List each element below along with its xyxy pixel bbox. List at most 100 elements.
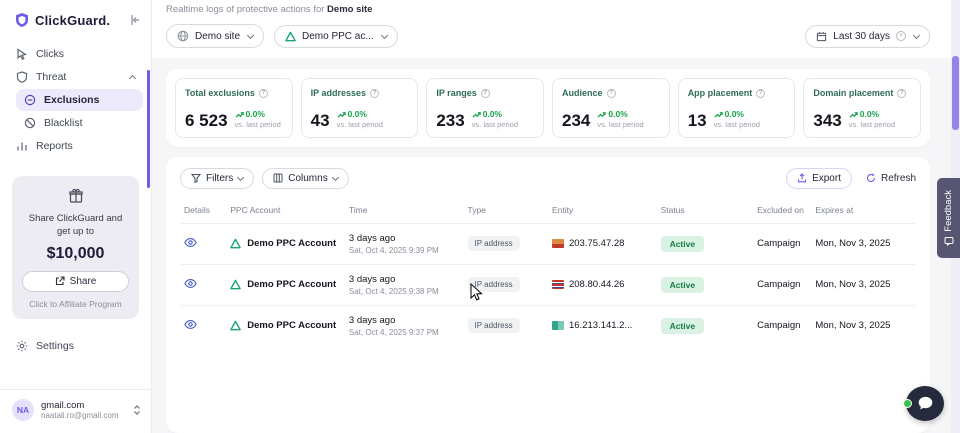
status-badge: Active bbox=[661, 277, 705, 293]
sidebar-item-clicks[interactable]: Clicks bbox=[8, 43, 143, 65]
trend-up-icon bbox=[472, 110, 481, 119]
info-icon[interactable] bbox=[481, 89, 490, 98]
chevron-up-icon bbox=[129, 74, 136, 81]
details-eye-icon[interactable] bbox=[184, 236, 197, 249]
share-button-label: Share bbox=[70, 276, 97, 287]
stat-note: vs. last period bbox=[714, 121, 760, 129]
info-icon[interactable] bbox=[897, 89, 906, 98]
reports-chart-icon bbox=[16, 140, 28, 152]
stat-trend-value: 0.0% bbox=[725, 110, 744, 119]
sidebar-nav: Clicks Threat Exclusions Blac bbox=[0, 38, 151, 158]
sidebar-item-label: Threat bbox=[36, 71, 66, 83]
ppc-account-icon bbox=[230, 238, 241, 249]
site-filter-dropdown[interactable]: Demo site bbox=[166, 24, 264, 48]
stat-trend-value: 0.0% bbox=[608, 110, 627, 119]
trend-up-icon bbox=[849, 110, 858, 119]
blacklist-icon bbox=[24, 117, 36, 129]
header-expires-at: Expires at bbox=[811, 201, 916, 224]
gear-icon bbox=[16, 340, 28, 352]
page-subtitle: Realtime logs of protective actions for … bbox=[166, 4, 930, 15]
stat-value: 6 523 bbox=[185, 112, 228, 129]
info-icon[interactable] bbox=[607, 89, 616, 98]
export-icon bbox=[797, 173, 807, 183]
stat-title: Domain placement bbox=[813, 88, 893, 98]
columns-button[interactable]: Columns bbox=[262, 168, 348, 189]
ppc-account-icon bbox=[230, 320, 241, 331]
details-eye-icon[interactable] bbox=[184, 277, 197, 290]
chevron-updown-icon bbox=[133, 404, 141, 416]
page-scrollbar-thumb[interactable] bbox=[952, 56, 959, 130]
account-name: Demo PPC Account bbox=[247, 279, 336, 290]
share-button[interactable]: Share bbox=[22, 271, 129, 292]
date-range-value: Last 30 days bbox=[833, 31, 890, 42]
status-badge: Active bbox=[661, 236, 705, 252]
date-range-dropdown[interactable]: Last 30 days bbox=[805, 25, 930, 48]
date-clear-icon[interactable] bbox=[896, 31, 906, 41]
user-meta: gmail.com naatali.ro@gmail.com bbox=[41, 400, 126, 420]
stat-trend-value: 0.0% bbox=[860, 110, 879, 119]
entity-value: 208.80.44.26 bbox=[569, 279, 624, 290]
table-toolbar: Filters Columns bbox=[180, 168, 916, 189]
clickguard-logo-icon bbox=[14, 12, 30, 28]
table-row: Demo PPC Account 3 days agoSat, Oct 4, 2… bbox=[180, 223, 916, 264]
info-icon[interactable] bbox=[370, 89, 379, 98]
header-status: Status bbox=[657, 201, 754, 224]
sidebar-item-exclusions[interactable]: Exclusions bbox=[16, 89, 143, 111]
sidebar-item-settings[interactable]: Settings bbox=[8, 335, 143, 357]
site-filter-value: Demo site bbox=[195, 31, 240, 42]
account-filter-dropdown[interactable]: Demo PPC ac... bbox=[274, 25, 398, 48]
sidebar-item-blacklist[interactable]: Blacklist bbox=[16, 112, 143, 134]
globe-icon bbox=[177, 30, 189, 42]
table-header-row: Details PPC Account Time Type Entity Sta… bbox=[180, 201, 916, 224]
trend-up-icon bbox=[714, 110, 723, 119]
sidebar-item-reports[interactable]: Reports bbox=[8, 135, 143, 157]
page-subtitle-text: Realtime logs of protective actions for bbox=[166, 4, 324, 15]
chat-widget-button[interactable] bbox=[906, 386, 944, 421]
user-menu[interactable]: NA gmail.com naatali.ro@gmail.com bbox=[0, 389, 151, 433]
sidebar-collapse-icon[interactable] bbox=[129, 14, 141, 26]
filters-button[interactable]: Filters bbox=[180, 168, 254, 189]
chat-bubble-icon bbox=[917, 395, 934, 412]
feedback-label: Feedback bbox=[943, 190, 954, 232]
sidebar-item-label: Blacklist bbox=[44, 117, 83, 129]
stat-card-domain-placement: Domain placement 343 0.0% vs. last perio… bbox=[803, 78, 921, 138]
export-button-label: Export bbox=[812, 173, 841, 184]
stat-note: vs. last period bbox=[235, 121, 281, 129]
header-type: Type bbox=[464, 201, 548, 224]
flag-icon bbox=[552, 280, 564, 289]
sidebar-item-label: Settings bbox=[36, 340, 74, 352]
stat-value: 43 bbox=[311, 112, 330, 129]
header-details: Details bbox=[180, 201, 226, 224]
user-email: naatali.ro@gmail.com bbox=[41, 411, 126, 420]
refresh-button[interactable]: Refresh bbox=[866, 173, 916, 184]
logs-panel: Filters Columns bbox=[166, 157, 930, 433]
stat-value: 13 bbox=[688, 112, 707, 129]
affiliate-link[interactable]: Click to Affiliate Program bbox=[22, 299, 129, 309]
details-eye-icon[interactable] bbox=[184, 318, 197, 331]
feedback-tab[interactable]: Feedback bbox=[937, 178, 960, 258]
stat-card-app-placement: App placement 13 0.0% vs. last period bbox=[678, 78, 796, 138]
stat-card-ip-ranges: IP ranges 233 0.0% vs. last period bbox=[426, 78, 544, 138]
account-filter-value: Demo PPC ac... bbox=[302, 31, 374, 42]
exclusions-table: Details PPC Account Time Type Entity Sta… bbox=[180, 201, 916, 346]
flag-icon bbox=[552, 239, 564, 248]
sidebar-scroll-indicator[interactable] bbox=[147, 70, 150, 188]
calendar-icon bbox=[816, 31, 827, 42]
chevron-down-icon bbox=[237, 173, 244, 180]
info-icon[interactable] bbox=[259, 89, 268, 98]
info-icon[interactable] bbox=[756, 89, 765, 98]
filter-pill-row: Demo site Demo PPC ac... Last 30 days bbox=[166, 24, 930, 48]
promo-amount: $10,000 bbox=[22, 245, 129, 263]
chevron-down-icon bbox=[247, 31, 254, 38]
promo-text: Share ClickGuard and get up to bbox=[22, 213, 129, 239]
refresh-button-label: Refresh bbox=[881, 173, 916, 184]
app-window: ClickGuard. Clicks Threat bbox=[0, 0, 960, 433]
sidebar-item-threat[interactable]: Threat bbox=[8, 66, 143, 88]
table-row: Demo PPC Account 3 days agoSat, Oct 4, 2… bbox=[180, 264, 916, 305]
sidebar-item-label: Exclusions bbox=[44, 94, 99, 106]
export-button[interactable]: Export bbox=[786, 168, 852, 189]
brand-name: ClickGuard. bbox=[35, 13, 124, 28]
type-badge: IP address bbox=[468, 318, 520, 333]
stat-trend-value: 0.0% bbox=[483, 110, 502, 119]
type-badge: IP address bbox=[468, 277, 520, 292]
